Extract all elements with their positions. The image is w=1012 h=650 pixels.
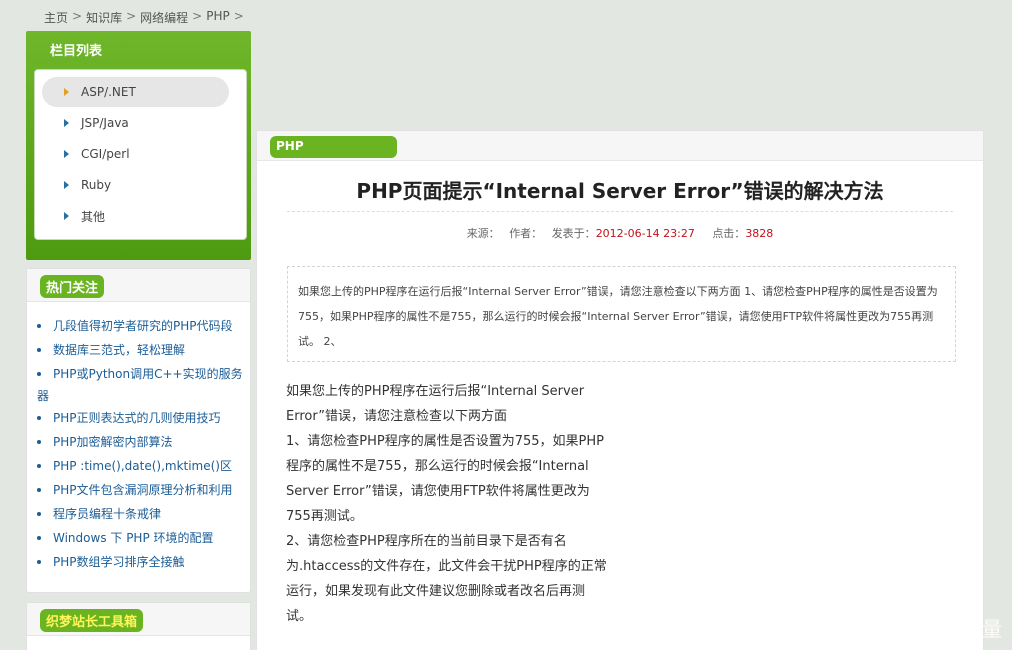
hot-topic-link[interactable]: PHP数组学习排序全接触 (37, 550, 250, 574)
category-item-ruby[interactable]: Ruby (42, 170, 229, 200)
hot-topic-link-text-wrap: 器 (37, 389, 50, 403)
category-panel: 栏目列表 ASP/.NET JSP/Java CGI/perl Ruby 其他 (26, 31, 251, 260)
category-item-aspnet[interactable]: ASP/.NET (42, 77, 229, 107)
meta-published-value: 2012-06-14 23:27 (595, 227, 695, 240)
article-body-line: Error”错误，请您注意检查以下两方面 (286, 409, 507, 424)
category-item-label: JSP/Java (81, 116, 129, 130)
breadcrumb-separator: > (72, 9, 83, 23)
hot-topic-link[interactable]: Windows 下 PHP 环境的配置 (37, 526, 250, 550)
meta-clicks-label: 点击： (712, 227, 746, 240)
arrow-right-icon (64, 150, 69, 158)
toolbox-panel: 织梦站长工具箱 (26, 602, 251, 650)
article-body-line: 为.htaccess的文件存在，此文件会干扰PHP程序的正常 (286, 559, 607, 574)
breadcrumb-home[interactable]: 主页 (44, 9, 68, 26)
hot-topics-list: 几段值得初学者研究的PHP代码段 数据库三范式，轻松理解 PHP或Python调… (27, 302, 250, 574)
article-body: 如果您上传的PHP程序在运行后报“Internal Server Error”错… (286, 379, 626, 629)
article-category-tag[interactable]: PHP (270, 136, 397, 158)
category-item-other[interactable]: 其他 (42, 201, 229, 231)
hot-topic-link[interactable]: PHP文件包含漏洞原理分析和利用 (37, 478, 250, 502)
article-title: PHP页面提示“Internal Server Error”错误的解决方法 (356, 179, 884, 203)
breadcrumb: 主页 > 知识库 > 网络编程 > PHP > (44, 9, 244, 26)
breadcrumb-knowledge[interactable]: 知识库 (86, 9, 122, 26)
hot-topic-link[interactable]: PHP :time(),date(),mktime()区 (37, 454, 250, 478)
arrow-right-icon (64, 212, 69, 220)
article-summary: 如果您上传的PHP程序在运行后报“Internal Server Error”错… (287, 266, 956, 362)
watermark: 量 (982, 617, 1002, 641)
breadcrumb-web-programming[interactable]: 网络编程 (140, 9, 188, 26)
article-body-line: 试。 (286, 609, 313, 624)
hot-topic-link[interactable]: 几段值得初学者研究的PHP代码段 (37, 314, 250, 338)
article-body-line: 如果您上传的PHP程序在运行后报“Internal Server (286, 384, 585, 399)
category-item-label: CGI/perl (81, 147, 130, 161)
toolbox-header: 织梦站长工具箱 (27, 603, 250, 636)
category-item-label: Ruby (81, 178, 112, 192)
meta-published-label: 发表于： (551, 227, 596, 240)
arrow-right-icon (64, 88, 69, 96)
breadcrumb-php[interactable]: PHP (206, 9, 230, 26)
title-divider (287, 211, 953, 212)
breadcrumb-separator: > (126, 9, 137, 23)
arrow-right-icon (64, 181, 69, 189)
hot-topic-link[interactable]: PHP或Python调用C++实现的服务 器 (37, 362, 250, 406)
article-body-line: 2、请您检查PHP程序所在的当前目录下是否有名 (286, 534, 567, 549)
category-item-cgi-perl[interactable]: CGI/perl (42, 139, 229, 169)
hot-topic-link[interactable]: 数据库三范式，轻松理解 (37, 338, 250, 362)
meta-author-label: 作者： (509, 227, 543, 240)
hot-topics-title: 热门关注 (40, 275, 105, 298)
article-body-line: Server Error”错误，请您使用FTP软件将属性更改为 (286, 484, 590, 499)
hot-topic-link[interactable]: PHP加密解密内部算法 (37, 430, 250, 454)
arrow-right-icon (64, 119, 69, 127)
meta-clicks-value: 3828 (745, 227, 774, 240)
toolbox-title: 织梦站长工具箱 (40, 609, 144, 632)
breadcrumb-separator: > (192, 9, 203, 23)
hot-topic-link-text: PHP或Python调用C++实现的服务 (53, 367, 243, 381)
category-panel-title: 栏目列表 (50, 44, 103, 59)
hot-topic-link[interactable]: 程序员编程十条戒律 (37, 502, 250, 526)
category-item-label: 其他 (81, 209, 106, 224)
article-panel: PHP PHP页面提示“Internal Server Error”错误的解决方… (256, 130, 984, 650)
breadcrumb-separator: > (233, 9, 244, 23)
category-list: ASP/.NET JSP/Java CGI/perl Ruby 其他 (34, 69, 247, 240)
article-body-line: 755再测试。 (286, 509, 363, 524)
category-item-label: ASP/.NET (81, 85, 136, 99)
article-meta: 来源： 作者： 发表于：2012-06-14 23:27 点击：3828 (257, 225, 983, 241)
article-body-line: 程序的属性不是755，那么运行的时候会报“Internal (286, 459, 589, 474)
category-item-jsp-java[interactable]: JSP/Java (42, 108, 229, 138)
hot-topics-header: 热门关注 (27, 269, 250, 302)
hot-topic-link[interactable]: PHP正则表达式的几则使用技巧 (37, 406, 250, 430)
article-header: PHP (257, 131, 983, 161)
article-body-line: 运行，如果发现有此文件建议您删除或者改名后再测 (286, 584, 586, 599)
hot-topics-panel: 热门关注 几段值得初学者研究的PHP代码段 数据库三范式，轻松理解 PHP或Py… (26, 268, 251, 593)
article-body-line: 1、请您检查PHP程序的属性是否设置为755，如果PHP (286, 434, 604, 449)
meta-source-label: 来源： (466, 227, 500, 240)
